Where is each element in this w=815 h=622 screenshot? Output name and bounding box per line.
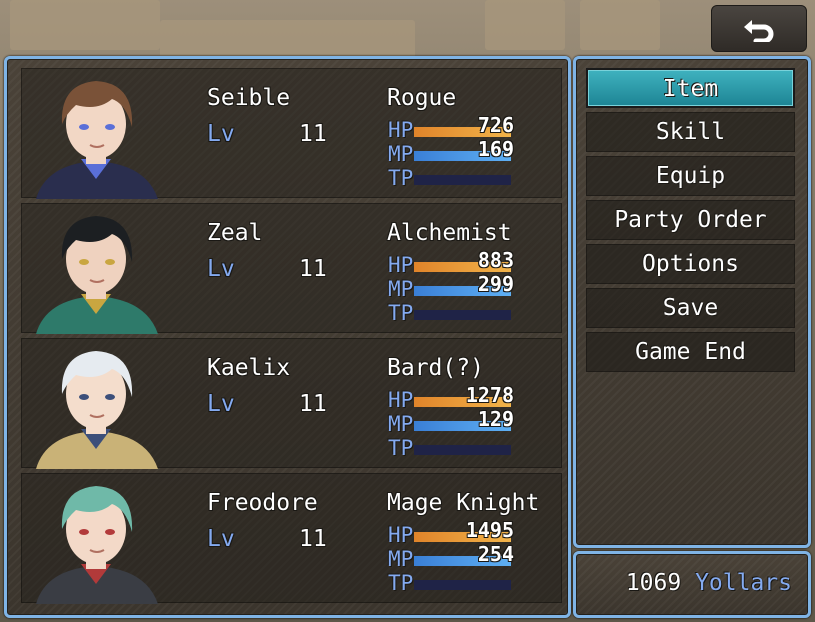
- menu-command-game-end[interactable]: Game End: [586, 332, 795, 372]
- tp-gauge: [414, 445, 511, 455]
- menu-command-item[interactable]: Item: [586, 68, 795, 108]
- actor-level: 11: [299, 391, 327, 417]
- level-label: Lv: [207, 391, 235, 417]
- actor-level: 11: [299, 526, 327, 552]
- level-label: Lv: [207, 121, 235, 147]
- level-label: Lv: [207, 256, 235, 282]
- return-arrow-icon: [744, 19, 774, 42]
- menu-command-save[interactable]: Save: [586, 288, 795, 328]
- gold-unit: Yollars: [695, 570, 792, 596]
- hp-value: 726: [477, 113, 514, 137]
- actor-portrait: [26, 474, 166, 604]
- tp-label: TP: [388, 301, 414, 325]
- tp-label: TP: [388, 436, 414, 460]
- background-decoration: [485, 0, 565, 50]
- hp-value: 1495: [465, 518, 514, 542]
- gold-value: 1069: [625, 570, 682, 596]
- menu-command-skill[interactable]: Skill: [586, 112, 795, 152]
- actor-level: 11: [299, 121, 327, 147]
- tp-label: TP: [388, 166, 414, 190]
- actor-name: Zeal: [207, 220, 263, 246]
- gold-window: 1069 Yollars: [573, 551, 811, 618]
- gold-display: 1069 Yollars: [626, 570, 792, 596]
- actor-portrait: [26, 204, 166, 334]
- tp-gauge: [414, 580, 511, 590]
- menu-command-options[interactable]: Options: [586, 244, 795, 284]
- background-decoration: [10, 0, 160, 50]
- mp-value: 299: [477, 272, 514, 296]
- back-button[interactable]: [711, 5, 807, 52]
- hp-value: 883: [477, 248, 514, 272]
- actor-portrait: [26, 339, 166, 469]
- actor-row[interactable]: Kaelix Bard(?) Lv 11 HP 1278 MP 129 TP: [21, 338, 562, 469]
- actor-name: Seible: [207, 85, 291, 111]
- mp-value: 169: [477, 137, 514, 161]
- actor-class: Mage Knight: [387, 490, 540, 516]
- tp-label: TP: [388, 571, 414, 595]
- actor-name: Freodore: [207, 490, 318, 516]
- actor-row[interactable]: Seible Rogue Lv 11 HP 726 MP 169 TP: [21, 68, 562, 199]
- menu-command-party-order[interactable]: Party Order: [586, 200, 795, 240]
- menu-command-equip[interactable]: Equip: [586, 156, 795, 196]
- tp-gauge: [414, 310, 511, 320]
- actor-class: Rogue: [387, 85, 457, 111]
- background-decoration: [580, 0, 660, 50]
- mp-value: 129: [477, 407, 514, 431]
- main-menu-command-window: Item Skill Equip Party Order Options Save Game…: [573, 56, 811, 548]
- actor-class: Bard(?): [387, 355, 484, 381]
- actor-row[interactable]: Freodore Mage Knight Lv 11 HP 1495 MP 25…: [21, 473, 562, 604]
- actor-level: 11: [299, 256, 327, 282]
- actor-portrait: [26, 69, 166, 199]
- actor-name: Kaelix: [207, 355, 291, 381]
- hp-value: 1278: [465, 383, 514, 407]
- actor-class: Alchemist: [387, 220, 512, 246]
- level-label: Lv: [207, 526, 235, 552]
- tp-gauge: [414, 175, 511, 185]
- actor-row[interactable]: Zeal Alchemist Lv 11 HP 883 MP 299 TP: [21, 203, 562, 334]
- party-status-window: Seible Rogue Lv 11 HP 726 MP 169 TP Zeal…: [4, 56, 571, 618]
- mp-value: 254: [477, 542, 514, 566]
